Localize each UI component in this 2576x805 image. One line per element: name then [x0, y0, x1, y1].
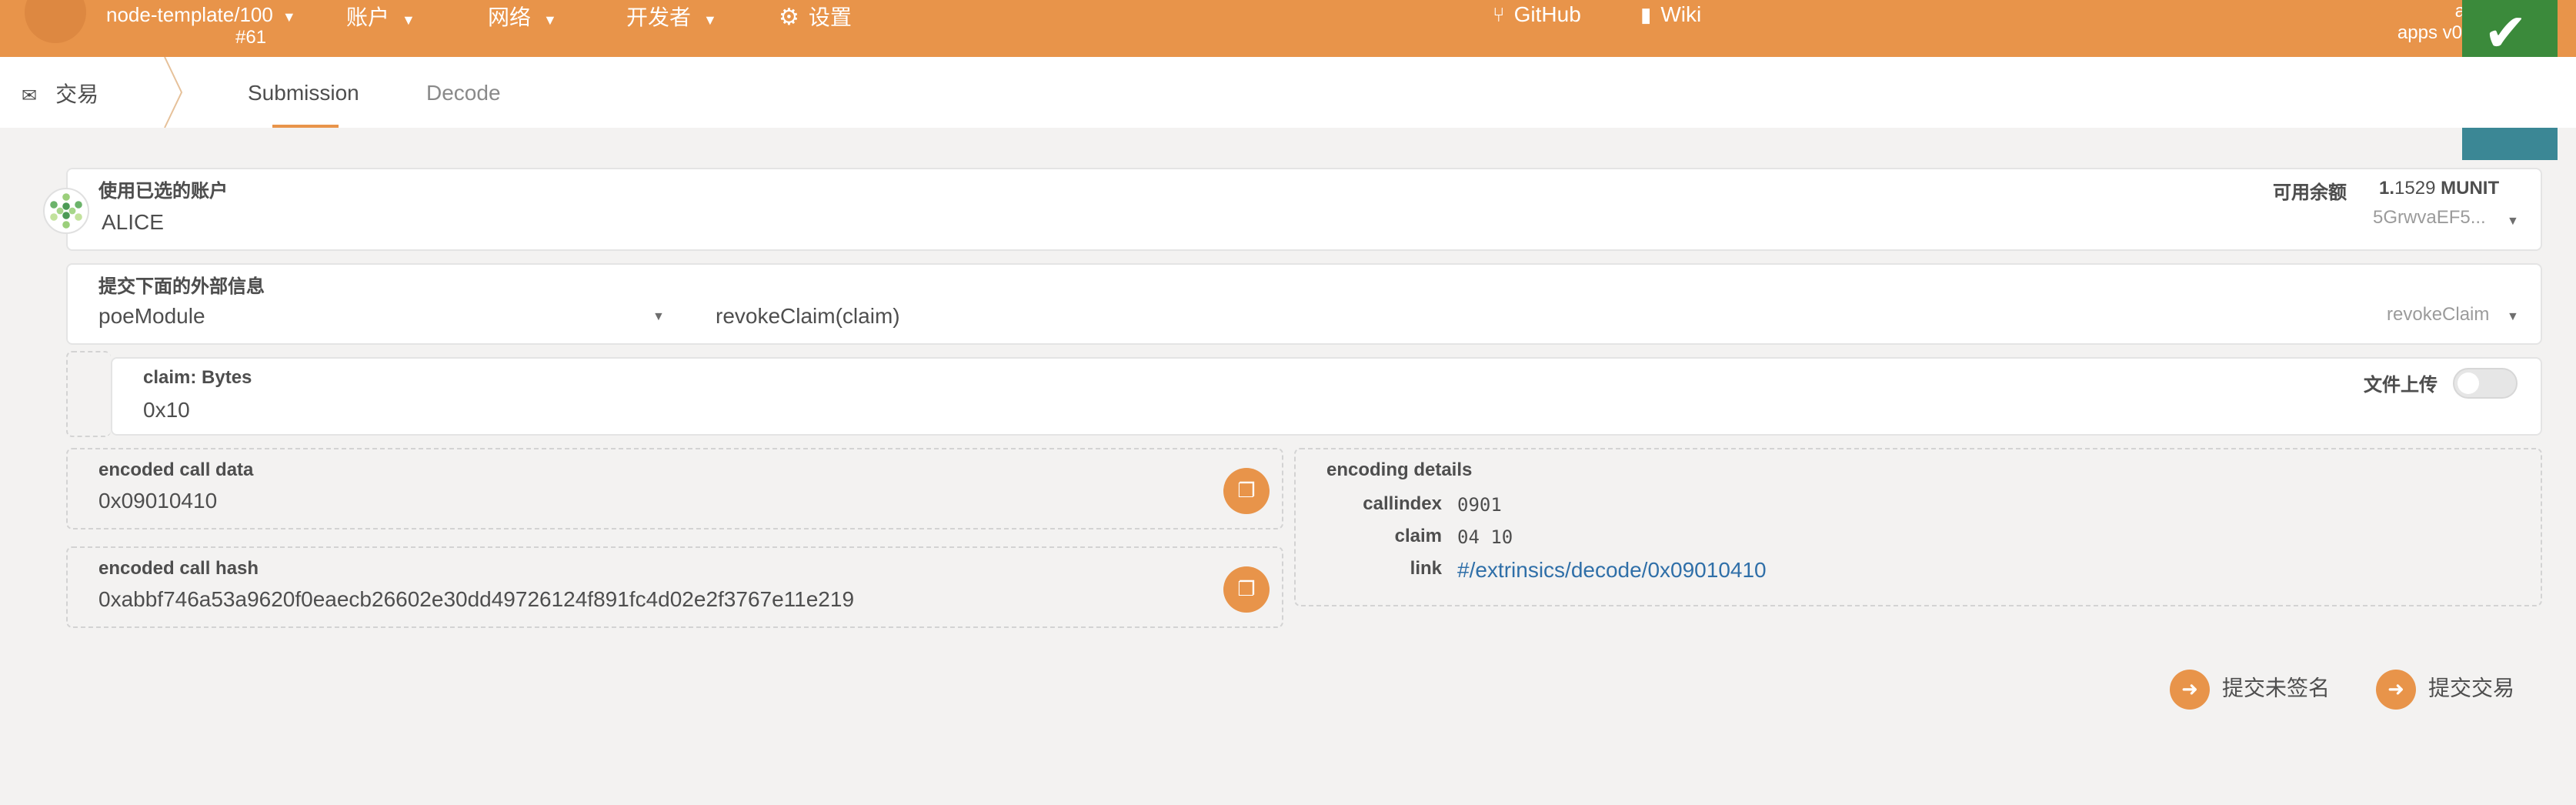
submit-unsigned-label: 提交未签名 [2222, 675, 2330, 700]
encoded-call-hash-value: 0xabbf746a53a9620f0eaecb26602e30dd497261… [98, 586, 855, 611]
encoded-call-hash-label: encoded call hash [98, 557, 259, 579]
gear-icon: ⚙ [779, 5, 799, 31]
submit-transaction-button[interactable]: ➜ 提交交易 [2376, 670, 2514, 710]
account-label: 使用已选的账户 [98, 180, 229, 202]
chain-name: node-template/100 [106, 3, 273, 26]
menu-label: 设置 [808, 5, 852, 29]
account-address: 5GrwvaEF5... [2373, 206, 2486, 228]
chain-selector[interactable]: node-template/100 ▼ [106, 3, 296, 26]
decode-link[interactable]: #/extrinsics/decode/0x09010410 [1457, 557, 1767, 582]
sign-in-icon: ➜ [2376, 670, 2416, 710]
claim-value: 04 10 [1457, 526, 1513, 548]
copy-button[interactable]: ❐ [1223, 468, 1270, 514]
chevron-down-icon: ▼ [282, 9, 296, 25]
menu-label: 账户 [346, 5, 389, 29]
call-select[interactable]: revokeClaim [2387, 303, 2489, 325]
call-signature[interactable]: revokeClaim(claim) [716, 303, 900, 328]
chevron-down-icon: ▼ [402, 12, 415, 28]
claim-input[interactable]: 0x10 [143, 397, 190, 422]
submit-unsigned-button[interactable]: ➜ 提交未签名 [2170, 670, 2330, 710]
callindex-value: 0901 [1457, 494, 1502, 516]
menu-label: 开发者 [626, 5, 691, 29]
link-key: link [1410, 557, 1442, 579]
wiki-label: Wiki [1660, 2, 1702, 26]
toggle-knob [2458, 372, 2479, 394]
chevron-down-icon: ▼ [703, 12, 717, 28]
account-name: ALICE [102, 209, 164, 234]
chevron-down-icon[interactable]: ▼ [2507, 309, 2519, 323]
menu-settings[interactable]: ⚙ 设置 [779, 2, 852, 32]
balance-label: 可用余额 [2273, 182, 2347, 203]
extrinsic-card [66, 263, 2542, 345]
extrinsic-label: 提交下面的外部信息 [98, 276, 265, 297]
sub-navigation: ✉ 交易 Submission Decode [0, 57, 2576, 128]
encoded-call-data-value: 0x09010410 [98, 488, 218, 513]
chevron-down-icon[interactable]: ▼ [652, 309, 665, 323]
breadcrumb-separator [164, 57, 183, 128]
encoding-details-label: encoding details [1326, 459, 1473, 480]
wiki-link[interactable]: ▮ Wiki [1640, 2, 1701, 28]
check-icon: ✔ [2484, 5, 2528, 63]
top-bar: node-template/100 ▼ #61 账户 ▼ 网络 ▼ 开发者 ▼ ⚙ 设置 … [0, 0, 2576, 57]
menu-network[interactable]: 网络 ▼ [488, 2, 557, 32]
chevron-down-icon: ▼ [543, 12, 557, 28]
account-card[interactable] [66, 168, 2542, 251]
chain-logo[interactable] [25, 0, 86, 43]
claim-key: claim [1394, 525, 1442, 546]
copy-button[interactable]: ❐ [1223, 566, 1270, 613]
chevron-down-icon[interactable]: ▼ [2507, 214, 2519, 228]
tab-decode[interactable]: Decode [426, 80, 501, 105]
github-label: GitHub [1513, 2, 1581, 26]
section-extrinsics[interactable]: ✉ 交易 [22, 78, 98, 109]
balance-value: 1.1529 MUNIT [2379, 177, 2499, 199]
submit-transaction-label: 提交交易 [2428, 675, 2514, 700]
balance-integer: 1. [2379, 177, 2395, 199]
account-identicon[interactable] [43, 188, 89, 234]
sign-in-icon: ➜ [2170, 670, 2210, 710]
balance-fraction: 1529 [2394, 177, 2436, 199]
module-select[interactable]: poeModule [98, 303, 205, 328]
menu-label: 网络 [488, 5, 531, 29]
book-icon: ▮ [1640, 3, 1652, 26]
encoded-call-data-label: encoded call data [98, 459, 254, 480]
github-link[interactable]: ⑂ GitHub [1493, 2, 1581, 26]
param-indent [66, 351, 111, 437]
best-block-number: #61 [235, 26, 267, 48]
menu-developer[interactable]: 开发者 ▼ [626, 2, 717, 32]
code-branch-icon: ⑂ [1493, 3, 1505, 26]
tab-submission[interactable]: Submission [248, 80, 359, 105]
param-label: claim: Bytes [143, 366, 252, 388]
copy-icon: ❐ [1237, 479, 1256, 502]
close-icon[interactable]: ✕ [2536, 0, 2551, 3]
param-card [111, 357, 2542, 436]
file-upload-toggle[interactable] [2453, 368, 2518, 399]
callindex-key: callindex [1363, 493, 1442, 514]
balance-unit: MUNIT [2441, 177, 2500, 199]
identicon-icon [50, 193, 82, 229]
section-label: 交易 [55, 82, 99, 106]
menu-accounts[interactable]: 账户 ▼ [346, 2, 415, 32]
file-upload-label: 文件上传 [2364, 374, 2438, 396]
copy-icon: ❐ [1237, 577, 1256, 600]
active-tab-indicator [272, 125, 339, 128]
envelope-icon: ✉ [22, 85, 38, 106]
